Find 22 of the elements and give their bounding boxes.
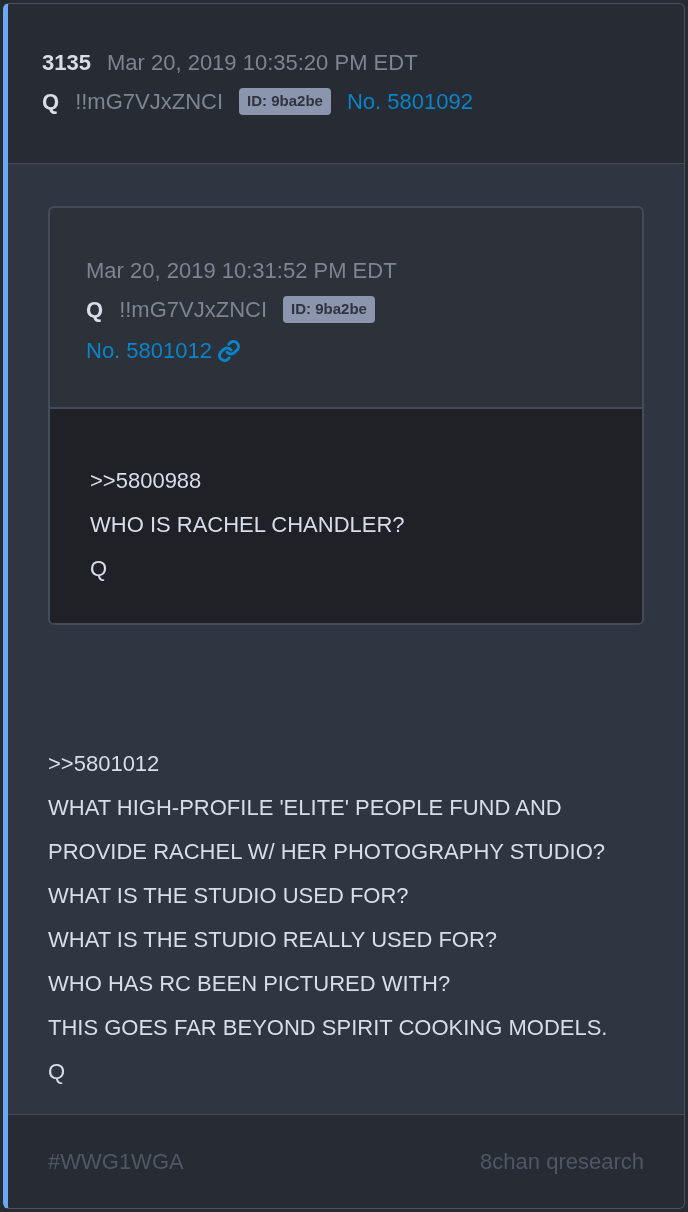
- author-name: Q: [42, 88, 60, 116]
- quote-line: Q: [90, 555, 109, 583]
- id-badge: ID: 9ba2be: [283, 296, 375, 323]
- author-name: Q: [86, 296, 104, 324]
- post-line: WHAT IS THE STUDIO USED FOR?: [48, 882, 410, 910]
- tripcode: !!mG7VJxZNCI: [75, 88, 224, 116]
- post-line: THIS GOES FAR BEYOND SPIRIT COOKING MODELS.: [48, 1014, 609, 1042]
- post-date: Mar 20, 2019 10:35:20 PM EDT: [106, 49, 418, 77]
- quote-line: >>5800988: [90, 467, 203, 495]
- post-line: Q: [48, 1058, 67, 1086]
- post-number: 3135: [42, 49, 91, 77]
- tripcode: !!mG7VJxZNCI: [119, 296, 268, 324]
- link-icon[interactable]: [216, 338, 242, 363]
- post-line: >>5801012: [48, 750, 161, 778]
- post-link[interactable]: No. 5801092: [346, 85, 473, 118]
- id-badge: ID: 9ba2be: [239, 88, 331, 115]
- post-line: WHAT HIGH-PROFILE 'ELITE' PEOPLE FUND AND PROVIDE RACHEL W/ HER PHOTOGRAPHY STUDIO?: [48, 794, 607, 866]
- post-line: WHO HAS RC BEEN PICTURED WITH?: [48, 970, 452, 998]
- quote-link[interactable]: No. 5801012: [86, 334, 212, 367]
- quote-line: WHO IS RACHEL CHANDLER?: [90, 511, 406, 539]
- quote-date: Mar 20, 2019 10:31:52 PM EDT: [86, 257, 398, 285]
- post-line: WHAT IS THE STUDIO REALLY USED FOR?: [48, 926, 499, 954]
